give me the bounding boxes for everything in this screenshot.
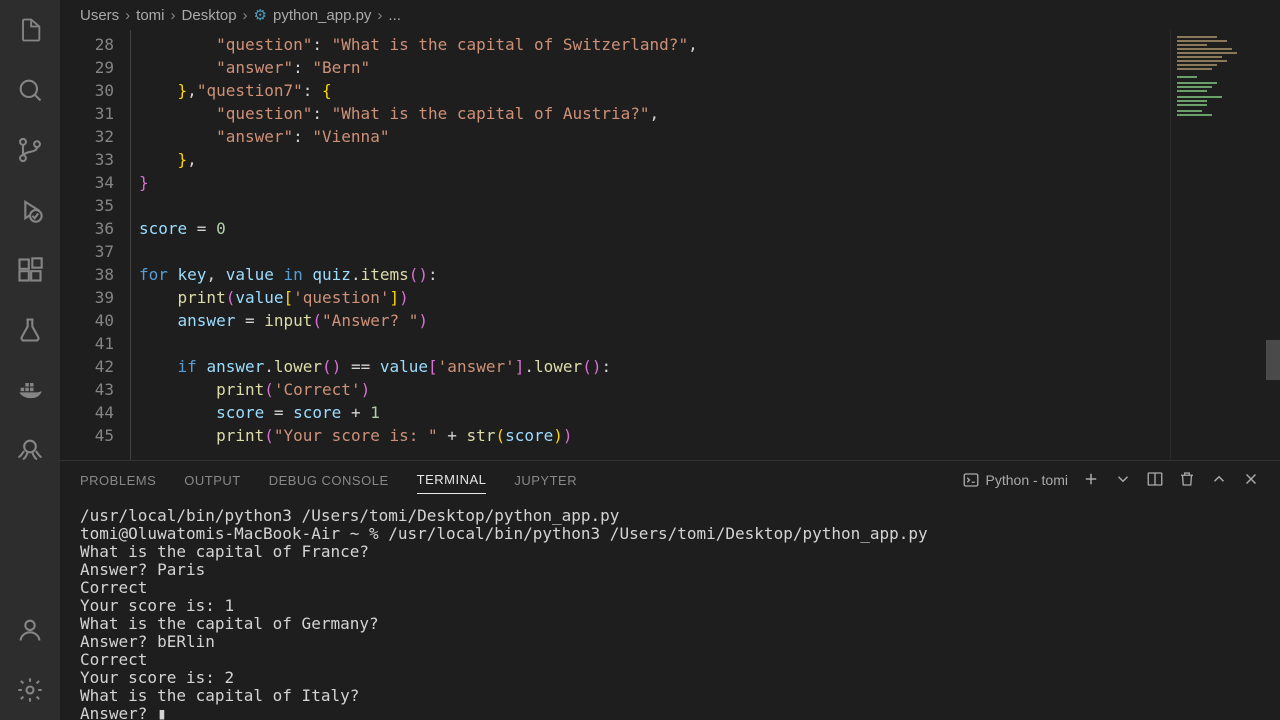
code-line[interactable]: score = score + 1 bbox=[131, 401, 1170, 424]
tab-output[interactable]: OUTPUT bbox=[184, 467, 240, 494]
line-number: 34 bbox=[60, 171, 114, 194]
code-line[interactable]: "question": "What is the capital of Swit… bbox=[131, 33, 1170, 56]
code-line[interactable]: },"question7": { bbox=[131, 79, 1170, 102]
terminal-line: Your score is: 1 bbox=[80, 597, 1260, 615]
tab-jupyter[interactable]: JUPYTER bbox=[514, 467, 577, 494]
minimap[interactable] bbox=[1170, 30, 1280, 460]
line-number: 38 bbox=[60, 263, 114, 286]
chevron-up-icon[interactable] bbox=[1210, 470, 1228, 491]
activity-bar bbox=[0, 0, 60, 720]
panel-tabs: PROBLEMS OUTPUT DEBUG CONSOLE TERMINAL J… bbox=[60, 461, 1280, 499]
code-line[interactable]: "answer": "Vienna" bbox=[131, 125, 1170, 148]
scrollbar-thumb[interactable] bbox=[1266, 340, 1280, 380]
docker-icon[interactable] bbox=[0, 360, 60, 420]
beaker-icon[interactable] bbox=[0, 300, 60, 360]
line-number: 44 bbox=[60, 401, 114, 424]
code-line[interactable]: "question": "What is the capital of Aust… bbox=[131, 102, 1170, 125]
line-number: 29 bbox=[60, 56, 114, 79]
search-icon[interactable] bbox=[0, 60, 60, 120]
line-number: 33 bbox=[60, 148, 114, 171]
code-line[interactable]: print(value['question']) bbox=[131, 286, 1170, 309]
terminal-line: /usr/local/bin/python3 /Users/tomi/Deskt… bbox=[80, 507, 1260, 525]
terminal-line: What is the capital of Germany? bbox=[80, 615, 1260, 633]
terminal-line: Answer? bERlin bbox=[80, 633, 1260, 651]
debug-icon[interactable] bbox=[0, 180, 60, 240]
tab-problems[interactable]: PROBLEMS bbox=[80, 467, 156, 494]
line-number: 32 bbox=[60, 125, 114, 148]
code-line[interactable]: score = 0 bbox=[131, 217, 1170, 240]
line-number: 40 bbox=[60, 309, 114, 332]
account-icon[interactable] bbox=[0, 600, 60, 660]
add-terminal-icon[interactable] bbox=[1082, 470, 1100, 491]
code-line[interactable]: if answer.lower() == value['answer'].low… bbox=[131, 355, 1170, 378]
branch-icon[interactable] bbox=[0, 120, 60, 180]
code-line[interactable]: "answer": "Bern" bbox=[131, 56, 1170, 79]
line-number: 39 bbox=[60, 286, 114, 309]
files-icon[interactable] bbox=[0, 0, 60, 60]
terminal-line: Correct bbox=[80, 651, 1260, 669]
line-number: 37 bbox=[60, 240, 114, 263]
close-icon[interactable] bbox=[1242, 470, 1260, 491]
chevron-right-icon: › bbox=[243, 7, 248, 24]
code-area[interactable]: "question": "What is the capital of Swit… bbox=[130, 30, 1170, 460]
terminal-line: What is the capital of France? bbox=[80, 543, 1260, 561]
code-line[interactable]: }, bbox=[131, 148, 1170, 171]
code-line[interactable]: print("Your score is: " + str(score)) bbox=[131, 424, 1170, 447]
line-number: 31 bbox=[60, 102, 114, 125]
line-number: 28 bbox=[60, 33, 114, 56]
chevron-right-icon: › bbox=[125, 7, 130, 24]
code-line[interactable]: } bbox=[131, 171, 1170, 194]
editor[interactable]: 282930313233343536373839404142434445 "qu… bbox=[60, 30, 1280, 460]
terminal-selector[interactable]: Python - tomi bbox=[962, 471, 1068, 489]
crumb-more[interactable]: ... bbox=[388, 7, 401, 24]
line-number: 35 bbox=[60, 194, 114, 217]
chevron-right-icon: › bbox=[171, 7, 176, 24]
terminal-label: Python - tomi bbox=[986, 472, 1068, 488]
python-file-icon: ⚙ bbox=[254, 6, 267, 24]
terminal-line: Answer? Paris bbox=[80, 561, 1260, 579]
extensions-icon[interactable] bbox=[0, 240, 60, 300]
line-number: 36 bbox=[60, 217, 114, 240]
crumb-tomi[interactable]: tomi bbox=[136, 7, 164, 24]
panel: PROBLEMS OUTPUT DEBUG CONSOLE TERMINAL J… bbox=[60, 460, 1280, 720]
line-number: 41 bbox=[60, 332, 114, 355]
breadcrumb[interactable]: Users › tomi › Desktop › ⚙ python_app.py… bbox=[60, 0, 1280, 30]
terminal-line: Answer? ▮ bbox=[80, 705, 1260, 720]
split-terminal-icon[interactable] bbox=[1146, 470, 1164, 491]
crumb-desktop[interactable]: Desktop bbox=[182, 7, 237, 24]
octopus-icon[interactable] bbox=[0, 420, 60, 480]
code-line[interactable]: for key, value in quiz.items(): bbox=[131, 263, 1170, 286]
code-line[interactable]: answer = input("Answer? ") bbox=[131, 309, 1170, 332]
terminal-line: Your score is: 2 bbox=[80, 669, 1260, 687]
line-gutter: 282930313233343536373839404142434445 bbox=[60, 30, 130, 460]
line-number: 43 bbox=[60, 378, 114, 401]
code-line[interactable] bbox=[131, 240, 1170, 263]
crumb-file[interactable]: python_app.py bbox=[273, 7, 371, 24]
code-line[interactable] bbox=[131, 194, 1170, 217]
line-number: 30 bbox=[60, 79, 114, 102]
tab-debug-console[interactable]: DEBUG CONSOLE bbox=[269, 467, 389, 494]
trash-icon[interactable] bbox=[1178, 470, 1196, 491]
crumb-users[interactable]: Users bbox=[80, 7, 119, 24]
line-number: 45 bbox=[60, 424, 114, 447]
terminal-icon bbox=[962, 471, 980, 489]
code-line[interactable] bbox=[131, 332, 1170, 355]
chevron-right-icon: › bbox=[377, 7, 382, 24]
code-line[interactable]: print('Correct') bbox=[131, 378, 1170, 401]
line-number: 42 bbox=[60, 355, 114, 378]
terminal-line: Correct bbox=[80, 579, 1260, 597]
chevron-down-icon[interactable] bbox=[1114, 470, 1132, 491]
tab-terminal[interactable]: TERMINAL bbox=[417, 466, 487, 494]
terminal-line: What is the capital of Italy? bbox=[80, 687, 1260, 705]
gear-icon[interactable] bbox=[0, 660, 60, 720]
terminal-line: tomi@Oluwatomis-MacBook-Air ~ % /usr/loc… bbox=[80, 525, 1260, 543]
terminal-output[interactable]: /usr/local/bin/python3 /Users/tomi/Deskt… bbox=[60, 499, 1280, 720]
